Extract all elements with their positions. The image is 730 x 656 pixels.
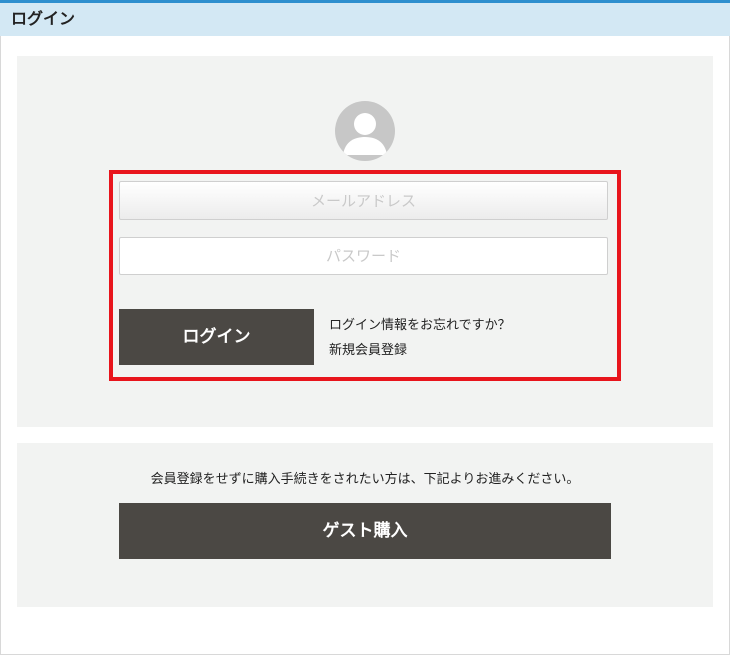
page-title: ログイン: [11, 9, 76, 28]
guest-purchase-note: 会員登録をせずに購入手続きをされたい方は、下記よりお進みください。: [150, 472, 580, 487]
guest-purchase-button[interactable]: ゲスト購入: [119, 503, 611, 559]
user-avatar-icon: [335, 101, 395, 161]
highlight-box: [109, 170, 621, 381]
page-header: ログイン: [0, 0, 730, 36]
